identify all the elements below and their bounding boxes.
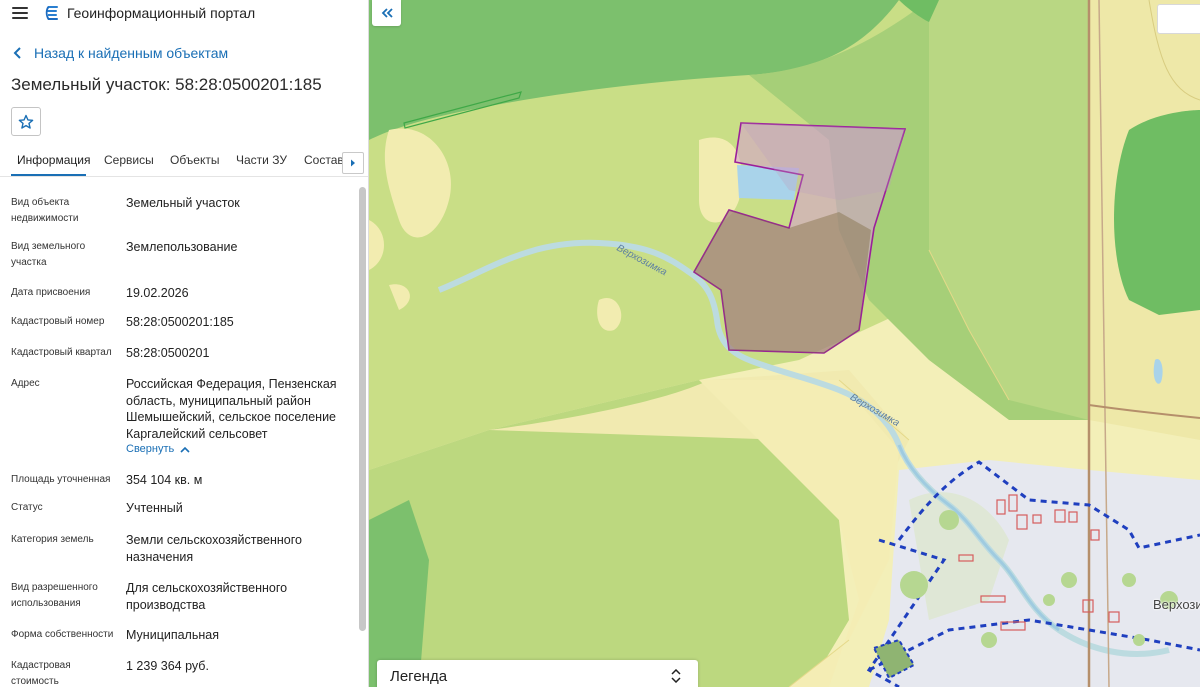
map-search-box[interactable] — [1157, 4, 1200, 34]
attr-label: Кадастровый номер — [11, 316, 105, 327]
double-chevron-left-icon — [381, 8, 393, 18]
portal-logo-icon — [45, 6, 58, 20]
attr-label: Площадь уточненная — [11, 474, 111, 485]
page-title: Земельный участок: 58:28:0500201:185 — [11, 75, 322, 94]
scrollbar-thumb[interactable] — [359, 187, 366, 631]
hamburger-icon[interactable] — [12, 7, 28, 19]
attr-label: Статус — [11, 502, 43, 513]
map-collapse-panel-button[interactable] — [372, 0, 401, 26]
tab-bar: Информация Сервисы Объекты Части ЗУ Сост… — [0, 145, 368, 177]
attr-value: Земли сельскохозяйственного назначения — [126, 533, 302, 564]
favorite-button[interactable] — [11, 107, 41, 136]
attr-value: Земельный участок — [126, 196, 240, 210]
attribute-list: Вид объекта недвижимости Земельный участ… — [0, 177, 357, 687]
tab-services[interactable]: Сервисы — [104, 153, 154, 167]
chevron-right-icon — [351, 159, 355, 167]
attr-value: 1 239 364 руб. — [126, 659, 209, 673]
tab-composition[interactable]: Состав — [304, 153, 344, 167]
back-link-label: Назад к найденным объектам — [34, 45, 229, 61]
tab-objects[interactable]: Объекты — [170, 153, 220, 167]
attr-label: Категория земель — [11, 534, 94, 545]
attr-value: 58:28:0500201 — [126, 346, 210, 360]
attr-value: Для сельскохозяйственного производства — [126, 581, 288, 612]
attr-value: Муниципальная — [126, 628, 219, 642]
collapse-label: Свернуть — [126, 443, 175, 455]
attr-label: Кадастровый квартал — [11, 347, 112, 358]
map-view[interactable]: Верхозимка Верхозимка Верхозим Легенда — [369, 0, 1200, 687]
attr-value: 19.02.2026 — [126, 286, 189, 300]
map-canvas[interactable] — [369, 0, 1200, 687]
attr-value: Учтенный — [126, 501, 183, 515]
attr-value: Российская Федерация, Пензенская область… — [126, 377, 337, 441]
tab-info[interactable]: Информация — [17, 153, 90, 167]
address-collapse-link[interactable]: Свернуть — [126, 443, 190, 455]
attr-label: Вид разрешенного использования — [11, 582, 98, 609]
attr-value: 354 104 кв. м — [126, 473, 203, 487]
attr-value: Землепользование — [126, 240, 238, 254]
chevron-updown-icon — [671, 669, 681, 683]
attr-value: 58:28:0500201:185 — [126, 315, 234, 329]
attr-label: Вид объекта недвижимости — [11, 197, 79, 224]
attr-label: Дата присвоения — [11, 287, 91, 298]
info-panel: Геоинформационный портал Назад к найденн… — [0, 0, 369, 687]
tab-parts[interactable]: Части ЗУ — [236, 153, 287, 167]
attr-label: Кадастровая стоимость — [11, 660, 71, 687]
tabs-next-button[interactable] — [342, 152, 364, 174]
back-link[interactable]: Назад к найденным объектам — [12, 45, 228, 61]
attr-label: Адрес — [11, 378, 40, 389]
place-label: Верхозим — [1153, 597, 1200, 612]
attr-label: Форма собственности — [11, 629, 114, 640]
app-title: Геоинформационный портал — [67, 5, 256, 21]
chevron-up-icon — [180, 446, 190, 453]
attr-label: Вид земельного участка — [11, 241, 86, 268]
star-outline-icon — [18, 114, 34, 129]
legend-label: Легенда — [390, 668, 448, 685]
panel-scrollbar[interactable] — [359, 187, 366, 687]
active-tab-indicator — [11, 174, 86, 176]
legend-panel[interactable]: Легенда — [377, 660, 698, 687]
top-bar: Геоинформационный портал — [0, 0, 368, 26]
chevron-left-icon — [13, 47, 21, 59]
